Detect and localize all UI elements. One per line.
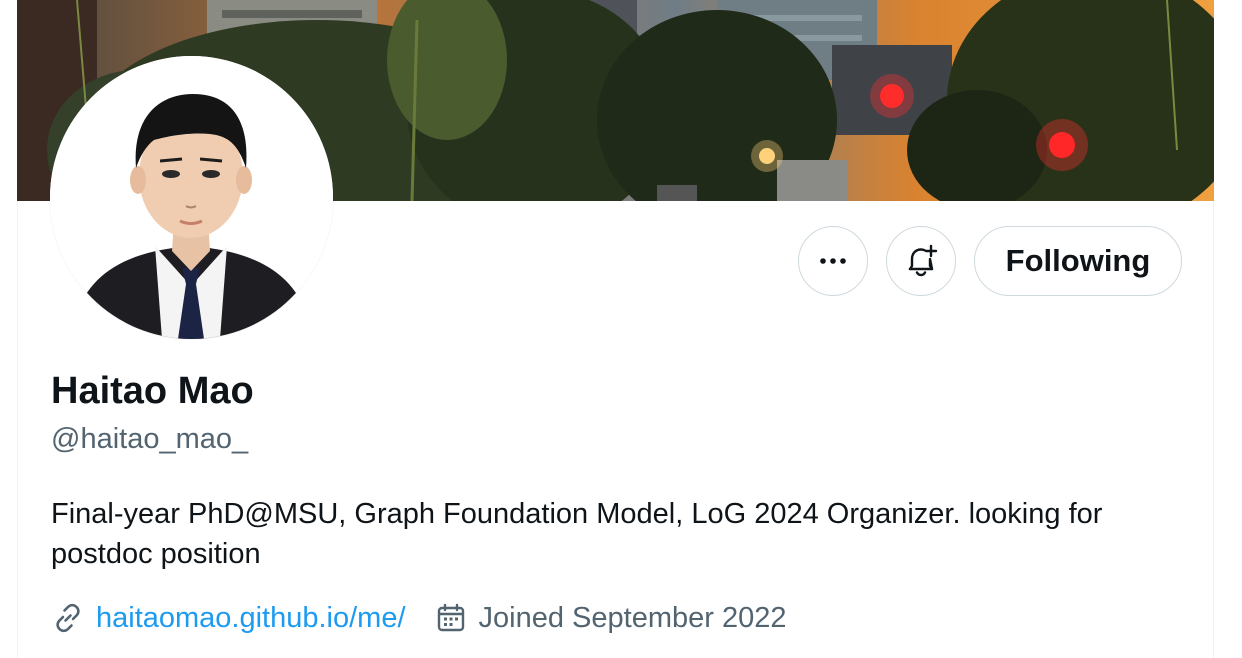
avatar[interactable] (50, 56, 333, 339)
avatar-image (50, 56, 333, 339)
more-dots-icon (820, 258, 846, 264)
joined-date-text: Joined September 2022 (478, 601, 787, 634)
display-name: Haitao Mao (51, 370, 254, 412)
user-handle: @haitao_mao_ (51, 423, 249, 455)
website-link[interactable]: haitaomao.github.io/me/ (51, 601, 406, 635)
following-button-label: Following (1005, 243, 1151, 278)
profile-bio: Final-year PhD@MSU, Graph Foundation Mod… (51, 498, 1103, 570)
link-icon (51, 601, 85, 635)
notifications-button[interactable] (886, 226, 956, 296)
following-button[interactable]: Following (974, 226, 1182, 296)
website-link-text[interactable]: haitaomao.github.io/me/ (96, 602, 406, 635)
joined-date: Joined September 2022 (434, 601, 787, 635)
calendar-icon (434, 601, 468, 635)
bell-plus-icon (908, 244, 938, 277)
profile-page: Following Haitao Mao @haitao_mao_ Final-… (0, 0, 1242, 658)
more-options-button[interactable] (798, 226, 868, 296)
profile-meta-row: haitaomao.github.io/me/ Joined September… (51, 598, 786, 638)
